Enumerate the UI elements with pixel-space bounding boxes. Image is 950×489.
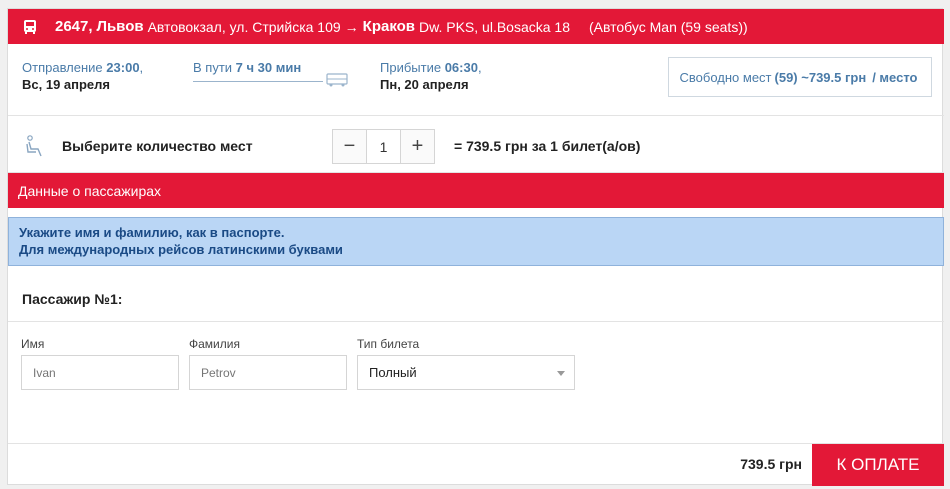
pay-button[interactable]: К ОПЛАТЕ xyxy=(812,444,944,486)
departure-suffix: , xyxy=(139,60,144,75)
passenger-section-title: Данные о пассажирах xyxy=(18,182,162,199)
notice-line-2: Для международных рейсов латинскими букв… xyxy=(19,242,343,257)
checkout-footer: 739.5 грн К ОПЛАТЕ xyxy=(8,443,944,486)
arrival-suffix: , xyxy=(477,60,482,75)
from-address: Автовокзал, ул. Стрийска 109 xyxy=(147,18,341,35)
trip-info: Отправление 23:00, Вс, 19 апреля В пути … xyxy=(8,44,944,116)
seats-value: (59) ~739.5 грн xyxy=(774,69,867,85)
bus-small-icon xyxy=(326,73,348,87)
to-address: Dw. PKS, ul.Bosacka 18 xyxy=(419,18,570,35)
first-name-label: Имя xyxy=(21,337,45,351)
last-name-label: Фамилия xyxy=(189,337,240,351)
duration-label: В пути xyxy=(193,60,233,75)
passport-notice: Укажите имя и фамилию, как в паспорте. Д… xyxy=(8,217,944,266)
ticket-type-label: Тип билета xyxy=(357,337,420,351)
duration-line xyxy=(193,81,323,82)
passenger-title: Пассажир №1: xyxy=(22,291,123,307)
decrease-button[interactable]: − xyxy=(333,130,367,163)
bus-model: (Автобус Man (59 seats)) xyxy=(589,18,748,35)
booking-page: 2647, Львов Автовокзал, ул. Стрийска 109… xyxy=(0,0,950,489)
arrival: Прибытие 06:30, Пн, 20 апреля xyxy=(380,59,482,93)
notice-line-1: Укажите имя и фамилию, как в паспорте. xyxy=(19,225,285,240)
departure-date: Вс, 19 апреля xyxy=(22,77,111,92)
seat-quantity[interactable]: 1 xyxy=(367,130,400,163)
seats-label: Свободно мест xyxy=(679,69,772,85)
arrival-date: Пн, 20 апреля xyxy=(380,77,469,92)
route-number: 2647, xyxy=(55,18,93,35)
passenger-section-header: Данные о пассажирах xyxy=(8,173,944,208)
last-name-field[interactable] xyxy=(189,355,347,390)
seat-selection: Выберите количество мест − 1 + = 739.5 г… xyxy=(8,117,944,173)
from-city: Львов xyxy=(96,18,144,35)
arrival-label: Прибытие xyxy=(380,60,442,75)
total-price: 739.5 грн xyxy=(740,456,802,472)
ticket-type-value: Полный xyxy=(369,365,417,380)
booking-card: 2647, Львов Автовокзал, ул. Стрийска 109… xyxy=(7,8,944,486)
free-seats-box: Свободно мест (59) ~739.5 грн / место xyxy=(668,57,932,97)
route-header: 2647, Львов Автовокзал, ул. Стрийска 109… xyxy=(8,9,944,44)
seat-quantity-stepper[interactable]: − 1 + xyxy=(332,129,435,164)
increase-button[interactable]: + xyxy=(400,130,434,163)
duration: В пути 7 ч 30 мин xyxy=(193,59,353,87)
seat-icon xyxy=(26,135,42,157)
departure-label: Отправление xyxy=(22,60,103,75)
route-arrow: → xyxy=(344,18,359,35)
duration-value: 7 ч 30 мин xyxy=(235,60,302,75)
chevron-down-icon xyxy=(557,371,565,376)
arrival-time: 06:30 xyxy=(444,60,478,75)
departure-time: 23:00 xyxy=(106,60,140,75)
seats-suffix: / место xyxy=(872,69,918,85)
seat-count-label: Выберите количество мест xyxy=(62,138,253,154)
seat-price-summary: = 739.5 грн за 1 билет(а/ов) xyxy=(454,138,641,154)
divider xyxy=(8,321,944,322)
ticket-type-select[interactable]: Полный xyxy=(357,355,575,390)
departure: Отправление 23:00, Вс, 19 апреля xyxy=(22,59,143,93)
first-name-field[interactable] xyxy=(21,355,179,390)
to-city: Краков xyxy=(362,18,416,35)
bus-icon xyxy=(24,19,36,34)
